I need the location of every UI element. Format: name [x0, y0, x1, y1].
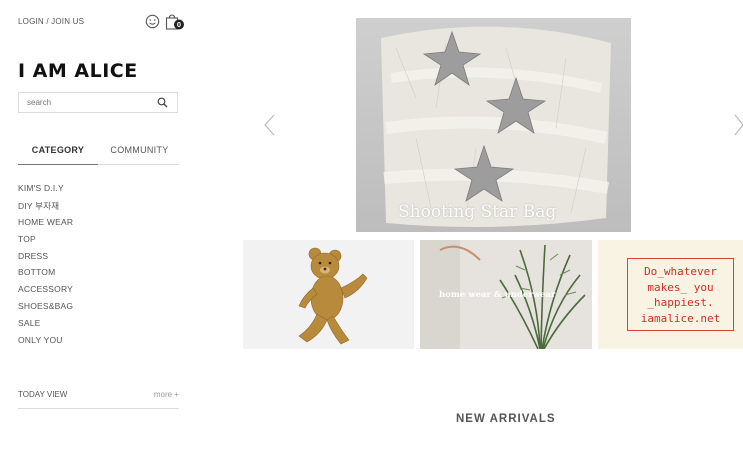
category-item-only-you[interactable]: ONLY YOU — [18, 335, 73, 352]
category-item-top[interactable]: TOP — [18, 234, 73, 251]
quote-line: makes_ you — [647, 280, 714, 294]
banner-teddy-bear[interactable] — [243, 240, 414, 349]
shopping-bag-icon[interactable]: 0 — [165, 13, 185, 31]
category-item-diy-supplies[interactable]: DIY 부자재 — [18, 200, 73, 217]
quote-line: Do_whatever — [644, 265, 717, 278]
chevron-left-icon[interactable] — [262, 113, 276, 137]
banner-quote[interactable]: Do_whatever makes_ you _happiest. iamali… — [598, 240, 743, 349]
category-item-accessory[interactable]: ACCESSORY — [18, 284, 73, 301]
cart-count-badge: 0 — [176, 19, 182, 29]
today-view-section: TODAY VIEW more + — [18, 390, 179, 409]
search-icon[interactable] — [157, 97, 168, 108]
tab-community[interactable]: COMMUNITY — [100, 145, 179, 155]
hero-caption: Shooting Star Bag — [398, 202, 557, 222]
search-input[interactable] — [19, 93, 149, 112]
quote-box: Do_whatever makes_ you _happiest. iamali… — [627, 258, 734, 331]
category-list: KIM'S D.I.Y DIY 부자재 HOME WEAR TOP DRESS … — [18, 183, 73, 352]
category-item-bottom[interactable]: BOTTOM — [18, 267, 73, 284]
category-item-sale[interactable]: SALE — [18, 318, 73, 335]
chevron-right-icon[interactable] — [733, 113, 743, 137]
smile-icon[interactable] — [145, 14, 160, 29]
category-item-home-wear[interactable]: HOME WEAR — [18, 217, 73, 234]
banner-home-wear[interactable]: home wear & underwear — [420, 240, 592, 349]
today-view-more-link[interactable]: more + — [154, 390, 179, 399]
home-wear-caption: home wear & underwear — [439, 290, 556, 300]
sidebar-tabs: CATEGORY COMMUNITY — [18, 140, 179, 165]
tab-category[interactable]: CATEGORY — [18, 145, 98, 165]
category-item-kims-diy[interactable]: KIM'S D.I.Y — [18, 183, 73, 200]
category-item-dress[interactable]: DRESS — [18, 251, 73, 268]
quote-line: _happiest. — [647, 296, 714, 309]
today-view-label: TODAY VIEW — [18, 390, 68, 399]
quote-line: iamalice.net — [640, 311, 721, 325]
search-box — [18, 92, 178, 113]
category-item-shoes-bag[interactable]: SHOES&BAG — [18, 301, 73, 318]
hero-slide-image[interactable]: Shooting Star Bag — [356, 18, 631, 232]
site-logo[interactable]: I AM ALICE — [18, 60, 138, 82]
login-join-link[interactable]: LOGIN / JOIN US — [18, 17, 84, 26]
new-arrivals-heading: NEW ARRIVALS — [456, 413, 556, 425]
teddy-bear-image — [298, 247, 368, 345]
